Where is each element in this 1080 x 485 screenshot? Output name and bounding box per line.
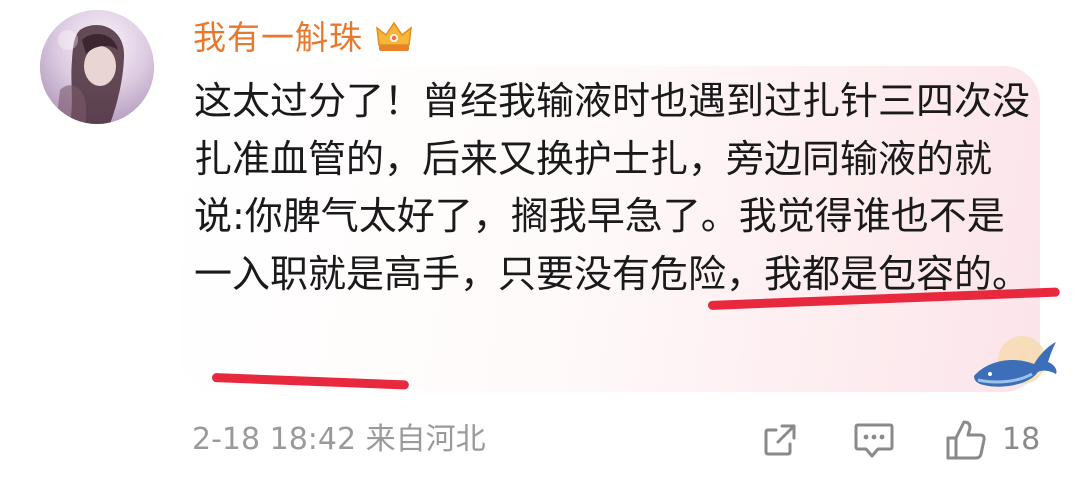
- avatar-image: [40, 10, 154, 124]
- whale-icon: [974, 336, 1057, 387]
- thumbs-up-icon: [946, 420, 986, 460]
- like-button[interactable]: 18: [944, 416, 1040, 464]
- location: 来自河北: [365, 422, 486, 457]
- username-row: 我有一斛珠: [193, 12, 413, 62]
- username[interactable]: 我有一斛珠: [193, 21, 363, 54]
- comment-text: 这太过分了！曾经我输液时也遇到过扎针三四次没扎准血管的，后来又换护士扎，旁边同输…: [194, 79, 1031, 296]
- comment-meta: 2-18 18:42 来自河北: [192, 422, 486, 458]
- share-icon: [764, 424, 796, 456]
- reply-icon: [854, 423, 894, 458]
- share-button[interactable]: [760, 416, 800, 464]
- crown-icon: [376, 21, 412, 51]
- avatar[interactable]: [40, 10, 154, 124]
- like-count: 18: [1002, 422, 1041, 457]
- reply-button[interactable]: [852, 416, 896, 464]
- timestamp: 2-18 18:42: [192, 422, 357, 457]
